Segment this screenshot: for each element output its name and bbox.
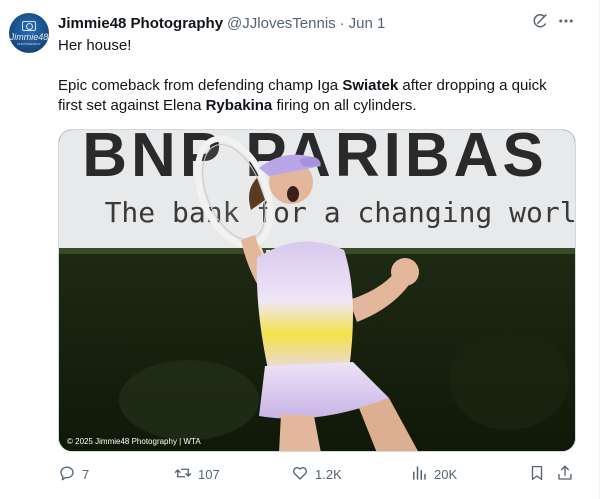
more-icon xyxy=(557,12,575,35)
text-segment: firing on all cylinders. xyxy=(272,97,417,114)
repost-icon xyxy=(174,464,192,485)
tweet-text: Her house! Epic comeback from defending … xyxy=(58,36,578,116)
tweet-article[interactable]: Jimmie48 PHOTOGRAPHY Jimmie48 Photograph… xyxy=(0,0,600,499)
tweet-header: Jimmie48 Photography @JJlovesTennis · Ju… xyxy=(58,13,385,33)
bold-player-name: Rybakina xyxy=(205,97,273,114)
text-segment: Epic comeback from defending champ Iga xyxy=(58,77,343,94)
photo-credit: © 2025 Jimmie48 Photography | WTA xyxy=(67,437,201,446)
repost-button[interactable]: 107 xyxy=(174,462,220,486)
separator-dot: · xyxy=(339,14,345,32)
share-button[interactable] xyxy=(556,462,574,486)
share-icon xyxy=(556,464,574,485)
bookmark-button[interactable] xyxy=(528,462,546,486)
more-button[interactable] xyxy=(556,13,576,33)
bold-player-name: Swiatek xyxy=(342,77,399,94)
tweet-line-3: first set against Elena Rybakina firing … xyxy=(58,96,578,116)
display-name[interactable]: Jimmie48 Photography xyxy=(58,15,223,32)
bookmark-icon xyxy=(528,464,546,485)
avatar-subtext: PHOTOGRAPHY xyxy=(17,41,41,46)
repost-count: 107 xyxy=(198,466,220,482)
grok-icon xyxy=(531,12,549,35)
tweet-line-2: Epic comeback from defending champ Iga S… xyxy=(58,76,578,96)
like-count: 1.2K xyxy=(315,466,342,482)
like-button[interactable]: 1.2K xyxy=(291,462,342,486)
text-segment: first set against Elena xyxy=(58,97,206,114)
like-icon xyxy=(291,464,309,485)
views-count: 20K xyxy=(434,466,458,482)
views-button[interactable]: 20K xyxy=(410,462,457,486)
camera-icon xyxy=(22,20,36,31)
reply-button[interactable]: 7 xyxy=(58,462,89,486)
banner-tagline: The bank for a changing world xyxy=(105,196,576,229)
reply-icon xyxy=(58,464,76,485)
views-icon xyxy=(410,464,428,485)
blurred-bokeh xyxy=(449,330,569,430)
grok-button[interactable] xyxy=(530,13,550,33)
user-handle[interactable]: @JJlovesTennis xyxy=(227,15,336,32)
text-segment: after dropping a quick xyxy=(398,77,547,94)
reply-count: 7 xyxy=(82,466,90,482)
blurred-bokeh xyxy=(119,360,259,440)
tweet-line-1: Her house! xyxy=(58,37,132,54)
action-bar: 7 107 1.2K 20K xyxy=(58,462,578,486)
avatar-text: Jimmie48 xyxy=(9,31,49,42)
tweet-photo[interactable]: BNP PARIBAS The bank for a changing worl… xyxy=(58,129,576,452)
avatar[interactable]: Jimmie48 PHOTOGRAPHY xyxy=(9,13,49,53)
post-date[interactable]: Jun 1 xyxy=(349,15,386,32)
